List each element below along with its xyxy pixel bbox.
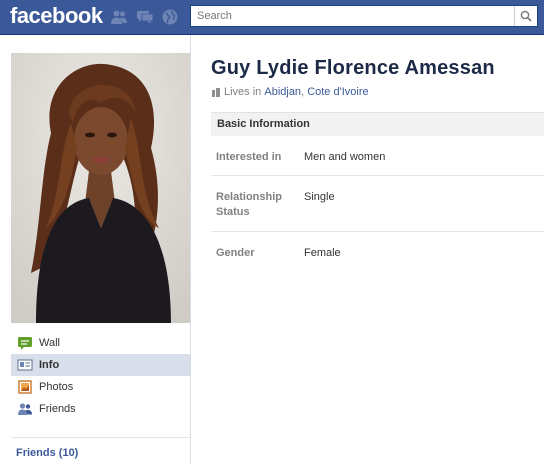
info-value: Single [304, 191, 335, 203]
profile-nav: Wall Info Photos Friends [11, 332, 190, 420]
info-value: Men and women [304, 151, 386, 163]
sidebar-item-label: Wall [39, 337, 60, 349]
info-icon [17, 357, 33, 373]
top-bar: facebook [0, 0, 544, 35]
messages-icon[interactable] [136, 8, 154, 26]
profile-name: Guy Lydie Florence Amessan [211, 57, 495, 79]
info-value: Female [304, 247, 341, 259]
info-label: Gender [216, 247, 255, 259]
search-box [190, 5, 538, 27]
sidebar-item-label: Photos [39, 381, 74, 393]
left-column: Wall Info Photos Friends Friends (10) [0, 35, 191, 464]
sidebar-item-label: Friends [39, 403, 76, 415]
row-divider [211, 175, 544, 176]
city-link[interactable]: Abidjan [264, 86, 301, 98]
info-label: Relationship Status [216, 191, 283, 218]
location-separator: , [301, 86, 305, 98]
country-link[interactable]: Cote d'Ivoire [307, 86, 368, 98]
wall-icon [17, 335, 33, 351]
lives-in-line: Lives in Abidjan, Cote d'Ivoire [211, 86, 369, 98]
location-icon [212, 88, 220, 97]
row-divider [211, 231, 544, 232]
photos-icon [17, 379, 33, 395]
sidebar-item-label: Info [39, 359, 60, 371]
sidebar-item-info[interactable]: Info [11, 354, 190, 376]
friends-count-link[interactable]: Friends (10) [16, 447, 78, 459]
search-input[interactable] [191, 6, 517, 26]
lives-prefix: Lives in [224, 86, 262, 98]
notifications-icon[interactable] [161, 8, 179, 26]
sidebar-divider [11, 437, 190, 438]
info-label: Interested in [216, 151, 282, 163]
facebook-logo[interactable]: facebook [10, 3, 103, 29]
friends-icon [17, 401, 33, 417]
sidebar-item-wall[interactable]: Wall [11, 332, 190, 354]
sidebar-item-friends[interactable]: Friends [11, 398, 190, 420]
sidebar-item-photos[interactable]: Photos [11, 376, 190, 398]
profile-photo[interactable] [11, 53, 190, 323]
basic-info-heading: Basic Information [211, 112, 544, 136]
search-button[interactable] [514, 6, 537, 26]
search-icon [520, 10, 532, 22]
friend-requests-icon[interactable] [110, 8, 128, 26]
